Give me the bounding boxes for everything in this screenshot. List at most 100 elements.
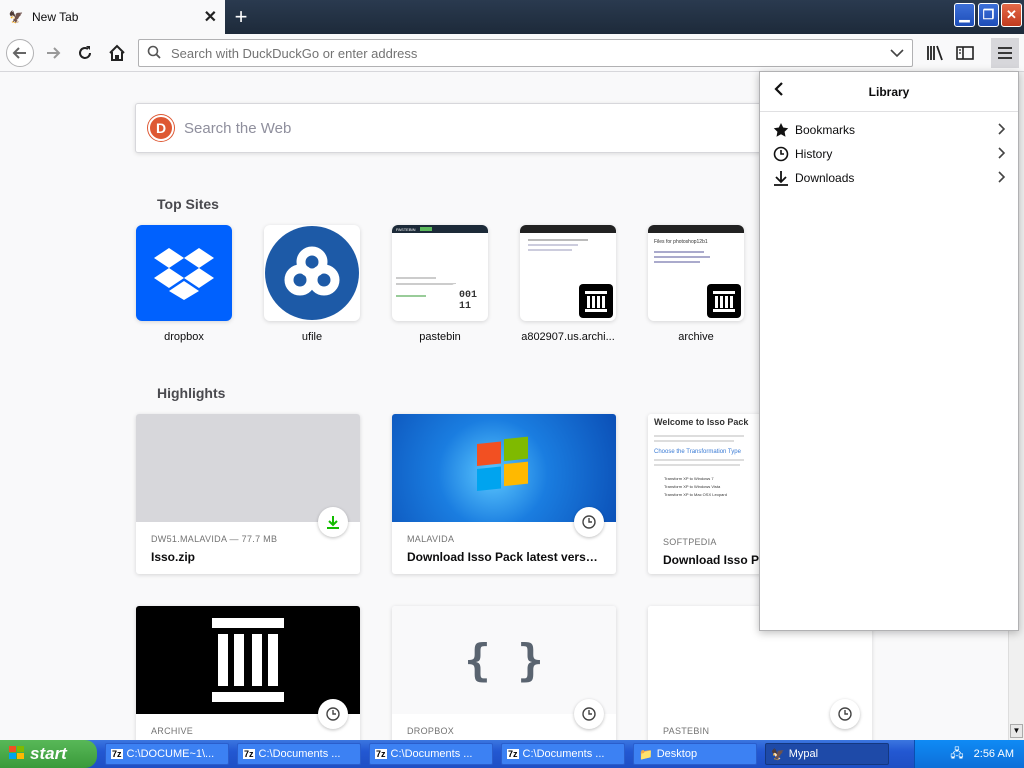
taskbar-item-7zip[interactable]: 7z C:\Documents ... (369, 743, 493, 765)
archive-thumbnail: Files for photoshop12b1 (648, 225, 744, 321)
windows-flag-icon (8, 745, 26, 764)
download-icon (772, 170, 790, 186)
dropbox-icon (136, 225, 232, 321)
reload-button[interactable] (72, 40, 98, 66)
hamburger-menu-button[interactable] (991, 38, 1019, 68)
highlight-card[interactable]: MALAVIDA Download Isso Pack latest versi… (392, 414, 616, 574)
scroll-down-icon[interactable]: ▼ (1010, 724, 1023, 738)
panel-item-label: Bookmarks (795, 123, 856, 137)
code-braces-icon: { } (392, 606, 616, 714)
network-icon[interactable]: 🖧 (950, 744, 963, 765)
tab-strip: 🦅 New Tab ✕ + ▁ ❐ ✕ (0, 0, 1024, 34)
start-button[interactable]: start (0, 740, 97, 768)
home-button[interactable] (104, 40, 130, 66)
chevron-down-icon[interactable] (890, 45, 904, 61)
taskbar-item-7zip[interactable]: 7z C:\Documents ... (237, 743, 361, 765)
highlight-card[interactable]: { } DROPBOX (392, 606, 616, 740)
hamburger-icon (998, 47, 1012, 59)
windows-logo-icon (477, 436, 528, 491)
top-site-label: archive (678, 331, 714, 343)
url-bar[interactable] (138, 39, 913, 67)
archive-building-icon (136, 606, 360, 714)
archive-building-icon (579, 284, 613, 318)
start-label: start (30, 744, 67, 763)
task-label: Desktop (656, 748, 698, 760)
card-source: ARCHIVE (151, 726, 194, 736)
sidebar-icon (956, 46, 974, 60)
chevron-right-icon (998, 170, 1006, 186)
windows-taskbar: start 7z C:\DOCUME~1\... 7z C:\Documents .… (0, 740, 1024, 768)
library-button[interactable] (922, 40, 948, 66)
top-site-archive-mirror[interactable]: a802907.us.archi... (520, 225, 616, 343)
minimize-button[interactable]: ▁ (954, 3, 975, 27)
mypal-icon: 🦅 (771, 748, 785, 761)
tab-title: New Tab (32, 10, 79, 24)
top-sites-heading: Top Sites (157, 196, 219, 212)
7zip-icon: 7z (507, 749, 519, 759)
panel-back-icon[interactable] (774, 82, 784, 101)
back-button[interactable] (6, 39, 34, 67)
tab-new-tab[interactable]: 🦅 New Tab ✕ (0, 0, 225, 34)
top-site-label: pastebin (419, 331, 461, 343)
close-window-button[interactable]: ✕ (1001, 3, 1022, 27)
task-label: Mypal (788, 748, 819, 760)
clock-icon (318, 699, 348, 729)
mypal-icon: 🦅 (8, 10, 24, 24)
clock-icon (830, 699, 860, 729)
taskbar-item-7zip[interactable]: 7z C:\Documents ... (501, 743, 625, 765)
highlight-card[interactable]: DW51.MALAVIDA — 77.7 MB Isso.zip (136, 414, 360, 574)
highlights-heading: Highlights (157, 385, 226, 401)
pastebin-thumbnail: PASTEBIN 001 11 (392, 225, 488, 321)
library-panel: Library Bookmarks History Downloads (759, 71, 1019, 631)
panel-item-bookmarks[interactable]: Bookmarks (760, 118, 1018, 142)
top-site-dropbox[interactable]: dropbox (136, 225, 232, 343)
archive-mirror-thumbnail (520, 225, 616, 321)
clock-icon (574, 507, 604, 537)
panel-title: Library (868, 84, 910, 99)
sidebar-button[interactable] (952, 40, 978, 66)
card-source: PASTEBIN (663, 726, 710, 736)
card-title: Isso.zip (151, 550, 196, 564)
task-label: C:\Documents ... (522, 748, 605, 760)
task-label: C:\Documents ... (390, 748, 473, 760)
card-source: DW51.MALAVIDA — 77.7 MB (151, 534, 278, 544)
close-tab-icon[interactable]: ✕ (204, 7, 217, 27)
panel-item-label: Downloads (795, 171, 855, 185)
pastebin-brand: PASTEBIN (396, 226, 416, 232)
top-site-pastebin[interactable]: PASTEBIN 001 11 pastebin (392, 225, 488, 343)
arrow-right-icon (47, 47, 61, 59)
maximize-button[interactable]: ❐ (978, 3, 999, 27)
taskbar-item-7zip[interactable]: 7z C:\DOCUME~1\... (105, 743, 229, 765)
chevron-right-icon (998, 146, 1006, 162)
library-icon (927, 45, 943, 61)
forward-button[interactable] (40, 40, 66, 66)
star-icon (772, 122, 790, 138)
card-preview (136, 414, 360, 522)
clock-icon (772, 146, 790, 162)
binary-file-icon: 001 11 (451, 284, 485, 318)
duckduckgo-icon: D (148, 115, 174, 141)
download-icon (318, 507, 348, 537)
panel-item-history[interactable]: History (760, 142, 1018, 166)
taskbar-item-mypal[interactable]: 🦅 Mypal (765, 743, 889, 765)
home-icon (109, 44, 125, 61)
system-tray: 🖧 2:56 AM (914, 740, 1024, 768)
panel-item-label: History (795, 147, 833, 161)
card-source: DROPBOX (407, 726, 455, 736)
top-site-label: ufile (301, 331, 323, 343)
taskbar-item-desktop[interactable]: 📁 Desktop (633, 743, 757, 765)
clock: 2:56 AM (973, 748, 1014, 760)
chevron-right-icon (998, 122, 1006, 138)
task-label: C:\DOCUME~1\... (126, 748, 215, 760)
reload-icon (79, 46, 91, 59)
highlight-card[interactable]: ARCHIVE (136, 606, 360, 740)
folder-icon: 📁 (639, 748, 653, 761)
url-input[interactable] (171, 45, 890, 61)
navigation-toolbar (0, 34, 1024, 72)
task-label: C:\Documents ... (258, 748, 341, 760)
top-site-ufile[interactable]: ufile (264, 225, 360, 343)
new-tab-button[interactable]: + (228, 4, 254, 30)
panel-item-downloads[interactable]: Downloads (760, 166, 1018, 190)
card-source: MALAVIDA (407, 534, 455, 544)
top-site-archive[interactable]: Files for photoshop12b1 archive (648, 225, 744, 343)
